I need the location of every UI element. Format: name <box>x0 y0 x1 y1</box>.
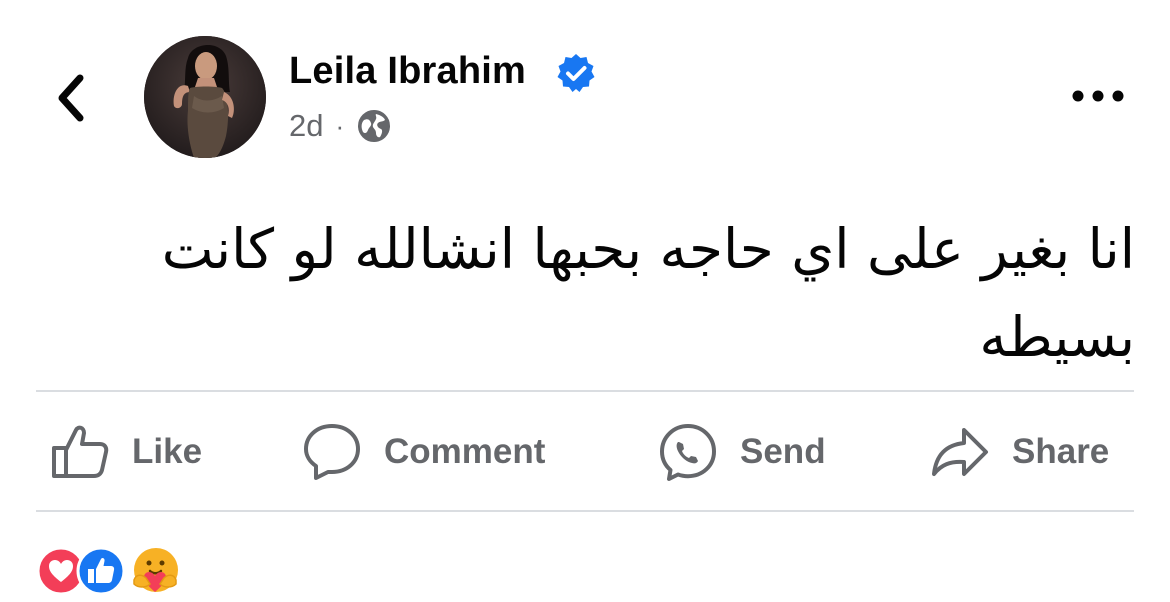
post-text: انا بغير على اي حاجه بحبها انشالله لو كا… <box>161 217 1135 369</box>
chevron-left-icon <box>58 74 84 122</box>
care-reaction-icon <box>133 548 178 592</box>
like-button[interactable]: Like <box>50 418 202 486</box>
post-time[interactable]: 2d <box>289 108 323 144</box>
like-reaction-icon <box>76 546 126 596</box>
more-horizontal-icon <box>1072 90 1124 102</box>
comment-button[interactable]: Comment <box>302 418 545 486</box>
messenger-send-icon <box>660 424 716 481</box>
reaction-summary[interactable] <box>36 546 196 598</box>
author-name[interactable]: Leila Ibrahim <box>289 50 526 93</box>
profile-photo <box>144 36 266 158</box>
verified-badge-icon <box>557 54 595 92</box>
comment-label: Comment <box>384 432 546 471</box>
post-meta: 2d · <box>289 107 392 145</box>
thumbs-up-icon <box>52 425 109 478</box>
comment-bubble-icon <box>304 424 360 480</box>
divider <box>36 510 1134 512</box>
send-label: Send <box>740 432 826 471</box>
avatar[interactable] <box>144 36 266 158</box>
meta-separator: · <box>335 110 345 141</box>
globe-icon[interactable] <box>356 108 392 144</box>
divider <box>36 390 1134 392</box>
send-button[interactable]: Send <box>658 418 826 486</box>
share-arrow-icon <box>932 428 988 476</box>
like-label: Like <box>132 432 203 471</box>
share-label: Share <box>1012 432 1110 471</box>
share-button[interactable]: Share <box>930 418 1109 486</box>
back-button[interactable] <box>52 70 92 126</box>
more-options-button[interactable] <box>1070 84 1126 108</box>
